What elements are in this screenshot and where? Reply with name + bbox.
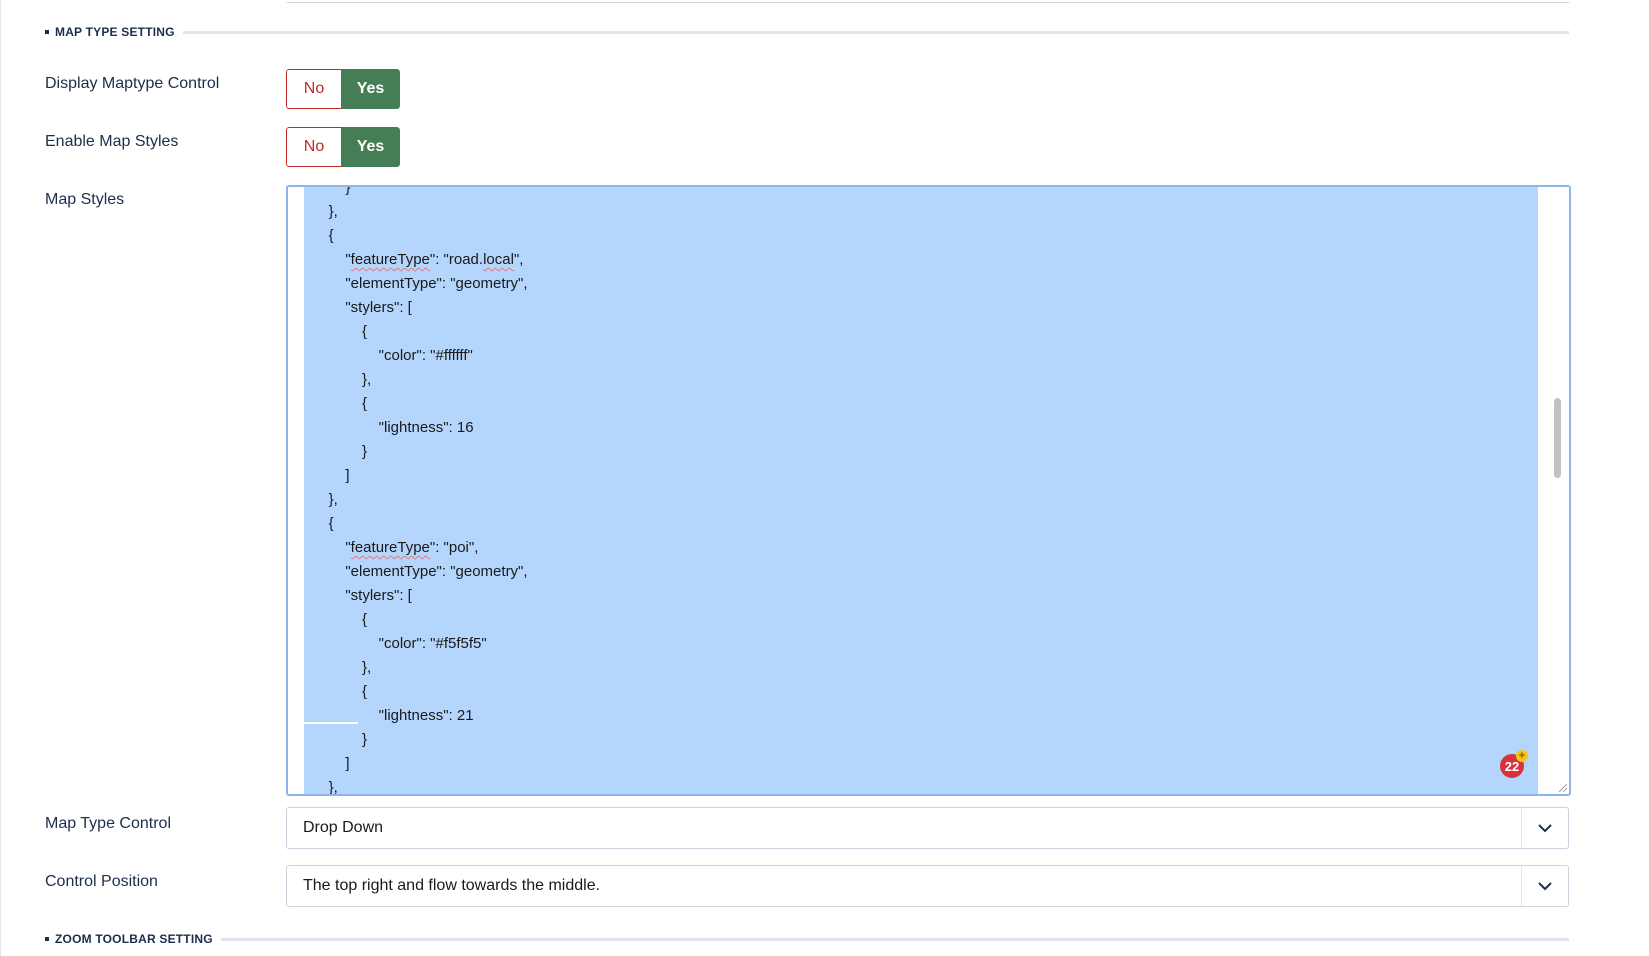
code-line: "color": "#ffffff": [312, 347, 473, 364]
code-line: "lightness": 21: [312, 707, 474, 724]
code-line: "stylers": [: [312, 587, 412, 604]
map-type-section-header: MAP TYPE SETTING: [45, 25, 1569, 39]
section-title: MAP TYPE SETTING: [55, 25, 175, 39]
chevron-down-icon[interactable]: [1521, 808, 1568, 848]
toggle-no-option[interactable]: No: [286, 69, 341, 109]
code-line: "elementType": "geometry",: [312, 563, 528, 580]
section-divider: [220, 937, 1569, 941]
control-position-label: Control Position: [45, 873, 158, 890]
code-line: }: [312, 187, 351, 196]
map-styles-label: Map Styles: [45, 191, 125, 208]
textarea-scrollbar[interactable]: [1539, 187, 1569, 794]
code-line: },: [312, 491, 338, 508]
display-maptype-control-toggle[interactable]: No Yes: [286, 69, 400, 109]
code-line: "elementType": "geometry",: [312, 275, 528, 292]
display-maptype-control-label: Display Maptype Control: [45, 75, 220, 92]
code-line: }: [312, 443, 368, 460]
toggle-yes-option[interactable]: Yes: [341, 69, 400, 109]
section-bullet-icon: [45, 30, 49, 34]
code-line: },: [312, 371, 372, 388]
section-divider: [182, 30, 1569, 34]
section-bullet-icon: [45, 937, 49, 941]
code-line: ]: [312, 467, 350, 484]
previous-field-edge: [287, 0, 1569, 3]
code-line: {: [312, 611, 368, 628]
code-line: "featureType": "road.local",: [312, 251, 524, 268]
zoom-toolbar-section-header: ZOOM TOOLBAR SETTING: [45, 932, 1569, 946]
control-position-select[interactable]: The top right and flow towards the middl…: [286, 865, 1569, 907]
code-line: "featureType": "poi",: [312, 539, 479, 556]
code-line: "lightness": 16: [312, 419, 474, 436]
code-line: },: [312, 203, 338, 220]
code-line: },: [312, 659, 372, 676]
code-line: {: [312, 515, 334, 532]
select-value: Drop Down: [303, 819, 384, 836]
code-line: },: [312, 779, 338, 794]
section-title: ZOOM TOOLBAR SETTING: [55, 932, 213, 946]
code-line: }: [312, 731, 368, 748]
map-type-control-select[interactable]: Drop Down: [286, 807, 1569, 849]
select-value: The top right and flow towards the middl…: [303, 877, 601, 894]
toggle-no-option[interactable]: No: [286, 127, 341, 167]
chevron-down-icon[interactable]: [1521, 866, 1568, 906]
map-styles-textarea[interactable]: } }, { "featureType": "road.local", "ele…: [286, 185, 1571, 796]
resize-grip-icon[interactable]: [1557, 782, 1567, 792]
selection-gap: [304, 722, 358, 724]
badge-plus-icon: +: [1516, 750, 1528, 762]
code-line: {: [312, 395, 368, 412]
code-line: {: [312, 227, 334, 244]
code-line: ]: [312, 755, 350, 772]
code-line: {: [312, 683, 368, 700]
code-line: {: [312, 323, 368, 340]
enable-map-styles-toggle[interactable]: No Yes: [286, 127, 400, 167]
map-styles-code[interactable]: } }, { "featureType": "road.local", "ele…: [304, 187, 1538, 794]
scrollbar-thumb[interactable]: [1554, 398, 1561, 478]
code-line: "color": "#f5f5f5": [312, 635, 487, 652]
page-left-border: [0, 0, 1, 956]
toggle-yes-option[interactable]: Yes: [341, 127, 400, 167]
code-line: "stylers": [: [312, 299, 412, 316]
map-type-control-label: Map Type Control: [45, 815, 171, 832]
enable-map-styles-label: Enable Map Styles: [45, 133, 179, 150]
